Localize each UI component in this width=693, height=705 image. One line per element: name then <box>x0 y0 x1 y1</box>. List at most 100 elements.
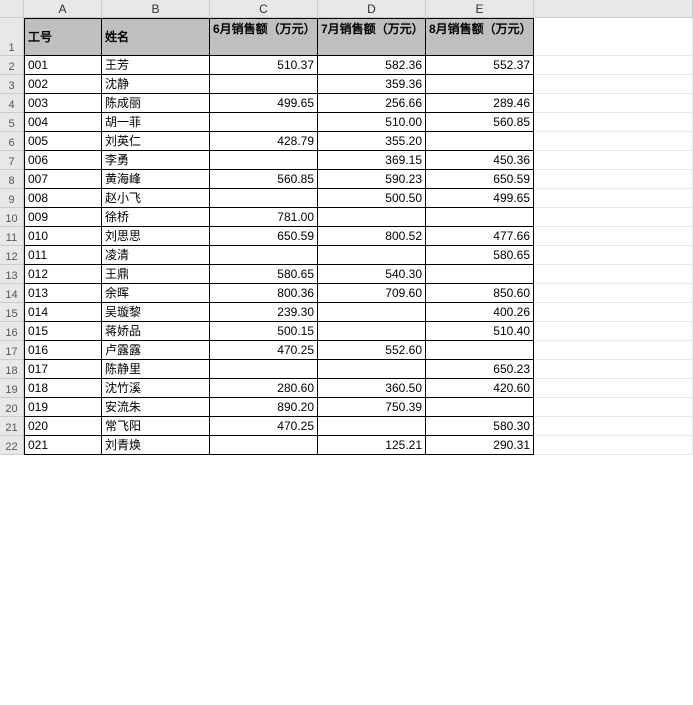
cell-name[interactable]: 凌清 <box>102 246 210 265</box>
cell-jul[interactable]: 590.23 <box>318 170 426 189</box>
row-header[interactable]: 20 <box>0 398 24 417</box>
select-all-corner[interactable] <box>0 0 24 18</box>
cell-name[interactable]: 吴璇黎 <box>102 303 210 322</box>
cell-outside[interactable] <box>534 379 693 398</box>
cell-aug[interactable]: 450.36 <box>426 151 534 170</box>
cell-jul[interactable]: 359.36 <box>318 75 426 94</box>
cell-jun[interactable]: 428.79 <box>210 132 318 151</box>
cell-name[interactable]: 常飞阳 <box>102 417 210 436</box>
cell-jun[interactable] <box>210 246 318 265</box>
cell-aug[interactable]: 580.30 <box>426 417 534 436</box>
cell-jun[interactable]: 580.65 <box>210 265 318 284</box>
header-cell-jul[interactable]: 7月销售额（万元） <box>318 18 426 56</box>
cell-aug[interactable]: 650.23 <box>426 360 534 379</box>
row-header[interactable]: 14 <box>0 284 24 303</box>
row-header[interactable]: 3 <box>0 75 24 94</box>
cell-jun[interactable]: 500.15 <box>210 322 318 341</box>
cell-outside[interactable] <box>534 227 693 246</box>
cell-jul[interactable]: 500.50 <box>318 189 426 208</box>
cell-aug[interactable]: 580.65 <box>426 246 534 265</box>
cell-id[interactable]: 003 <box>24 94 102 113</box>
row-header[interactable]: 7 <box>0 151 24 170</box>
cell-jun[interactable]: 470.25 <box>210 417 318 436</box>
row-header[interactable]: 22 <box>0 436 24 455</box>
cell-jul[interactable]: 750.39 <box>318 398 426 417</box>
cell-id[interactable]: 017 <box>24 360 102 379</box>
cell-name[interactable]: 陈静里 <box>102 360 210 379</box>
cell-name[interactable]: 王鼎 <box>102 265 210 284</box>
cell-jun[interactable]: 499.65 <box>210 94 318 113</box>
row-header[interactable]: 5 <box>0 113 24 132</box>
cell-aug[interactable]: 850.60 <box>426 284 534 303</box>
spreadsheet-grid[interactable]: A B C D E 1 工号 姓名 6月销售额（万元） 7月销售额（万元） 8月… <box>0 0 693 455</box>
header-cell-aug[interactable]: 8月销售额（万元） <box>426 18 534 56</box>
cell-aug[interactable]: 477.66 <box>426 227 534 246</box>
cell-jul[interactable]: 360.50 <box>318 379 426 398</box>
col-header-b[interactable]: B <box>102 0 210 18</box>
cell-jul[interactable] <box>318 208 426 227</box>
cell-outside[interactable] <box>534 246 693 265</box>
cell-jul[interactable]: 125.21 <box>318 436 426 455</box>
row-header[interactable]: 4 <box>0 94 24 113</box>
cell-aug[interactable] <box>426 132 534 151</box>
cell-id[interactable]: 001 <box>24 56 102 75</box>
col-header-a[interactable]: A <box>24 0 102 18</box>
cell-name[interactable]: 徐桥 <box>102 208 210 227</box>
cell-jun[interactable] <box>210 151 318 170</box>
cell-outside[interactable] <box>534 417 693 436</box>
cell-id[interactable]: 018 <box>24 379 102 398</box>
cell-outside[interactable] <box>534 436 693 455</box>
cell-outside[interactable] <box>534 341 693 360</box>
cell-jul[interactable]: 582.36 <box>318 56 426 75</box>
cell-id[interactable]: 006 <box>24 151 102 170</box>
cell-outside[interactable] <box>534 265 693 284</box>
cell-id[interactable]: 011 <box>24 246 102 265</box>
cell-jul[interactable]: 709.60 <box>318 284 426 303</box>
col-header-d[interactable]: D <box>318 0 426 18</box>
header-cell-jun[interactable]: 6月销售额（万元） <box>210 18 318 56</box>
cell-id[interactable]: 012 <box>24 265 102 284</box>
col-header-c[interactable]: C <box>210 0 318 18</box>
cell-outside[interactable] <box>534 113 693 132</box>
cell-outside[interactable] <box>534 360 693 379</box>
cell-jul[interactable]: 800.52 <box>318 227 426 246</box>
cell-jun[interactable]: 239.30 <box>210 303 318 322</box>
cell-id[interactable]: 019 <box>24 398 102 417</box>
cell-jun[interactable]: 560.85 <box>210 170 318 189</box>
cell-aug[interactable]: 560.85 <box>426 113 534 132</box>
cell-outside[interactable] <box>534 398 693 417</box>
cell-id[interactable]: 016 <box>24 341 102 360</box>
cell-aug[interactable]: 289.46 <box>426 94 534 113</box>
cell-jul[interactable]: 355.20 <box>318 132 426 151</box>
cell-name[interactable]: 陈成丽 <box>102 94 210 113</box>
cell-name[interactable]: 王芳 <box>102 56 210 75</box>
cell-aug[interactable]: 420.60 <box>426 379 534 398</box>
row-header[interactable]: 16 <box>0 322 24 341</box>
cell-jun[interactable]: 470.25 <box>210 341 318 360</box>
cell-jun[interactable] <box>210 113 318 132</box>
cell-aug[interactable]: 290.31 <box>426 436 534 455</box>
cell-jul[interactable] <box>318 246 426 265</box>
cell-aug[interactable] <box>426 208 534 227</box>
cell-outside[interactable] <box>534 170 693 189</box>
cell-id[interactable]: 015 <box>24 322 102 341</box>
cell-name[interactable]: 沈竹溪 <box>102 379 210 398</box>
cell-jun[interactable]: 800.36 <box>210 284 318 303</box>
cell-jun[interactable] <box>210 436 318 455</box>
cell-name[interactable]: 卢露露 <box>102 341 210 360</box>
cell-jul[interactable] <box>318 322 426 341</box>
cell-outside[interactable] <box>534 132 693 151</box>
row-header[interactable]: 6 <box>0 132 24 151</box>
cell-jul[interactable]: 540.30 <box>318 265 426 284</box>
cell-name[interactable]: 黄海峰 <box>102 170 210 189</box>
row-header[interactable]: 11 <box>0 227 24 246</box>
cell-jun[interactable]: 890.20 <box>210 398 318 417</box>
cell-name[interactable]: 赵小飞 <box>102 189 210 208</box>
cell-jun[interactable]: 510.37 <box>210 56 318 75</box>
cell-jun[interactable]: 781.00 <box>210 208 318 227</box>
cell-outside[interactable] <box>534 56 693 75</box>
cell-name[interactable]: 刘青焕 <box>102 436 210 455</box>
cell-name[interactable]: 刘思思 <box>102 227 210 246</box>
cell-name[interactable]: 胡一菲 <box>102 113 210 132</box>
cell-outside[interactable] <box>534 208 693 227</box>
